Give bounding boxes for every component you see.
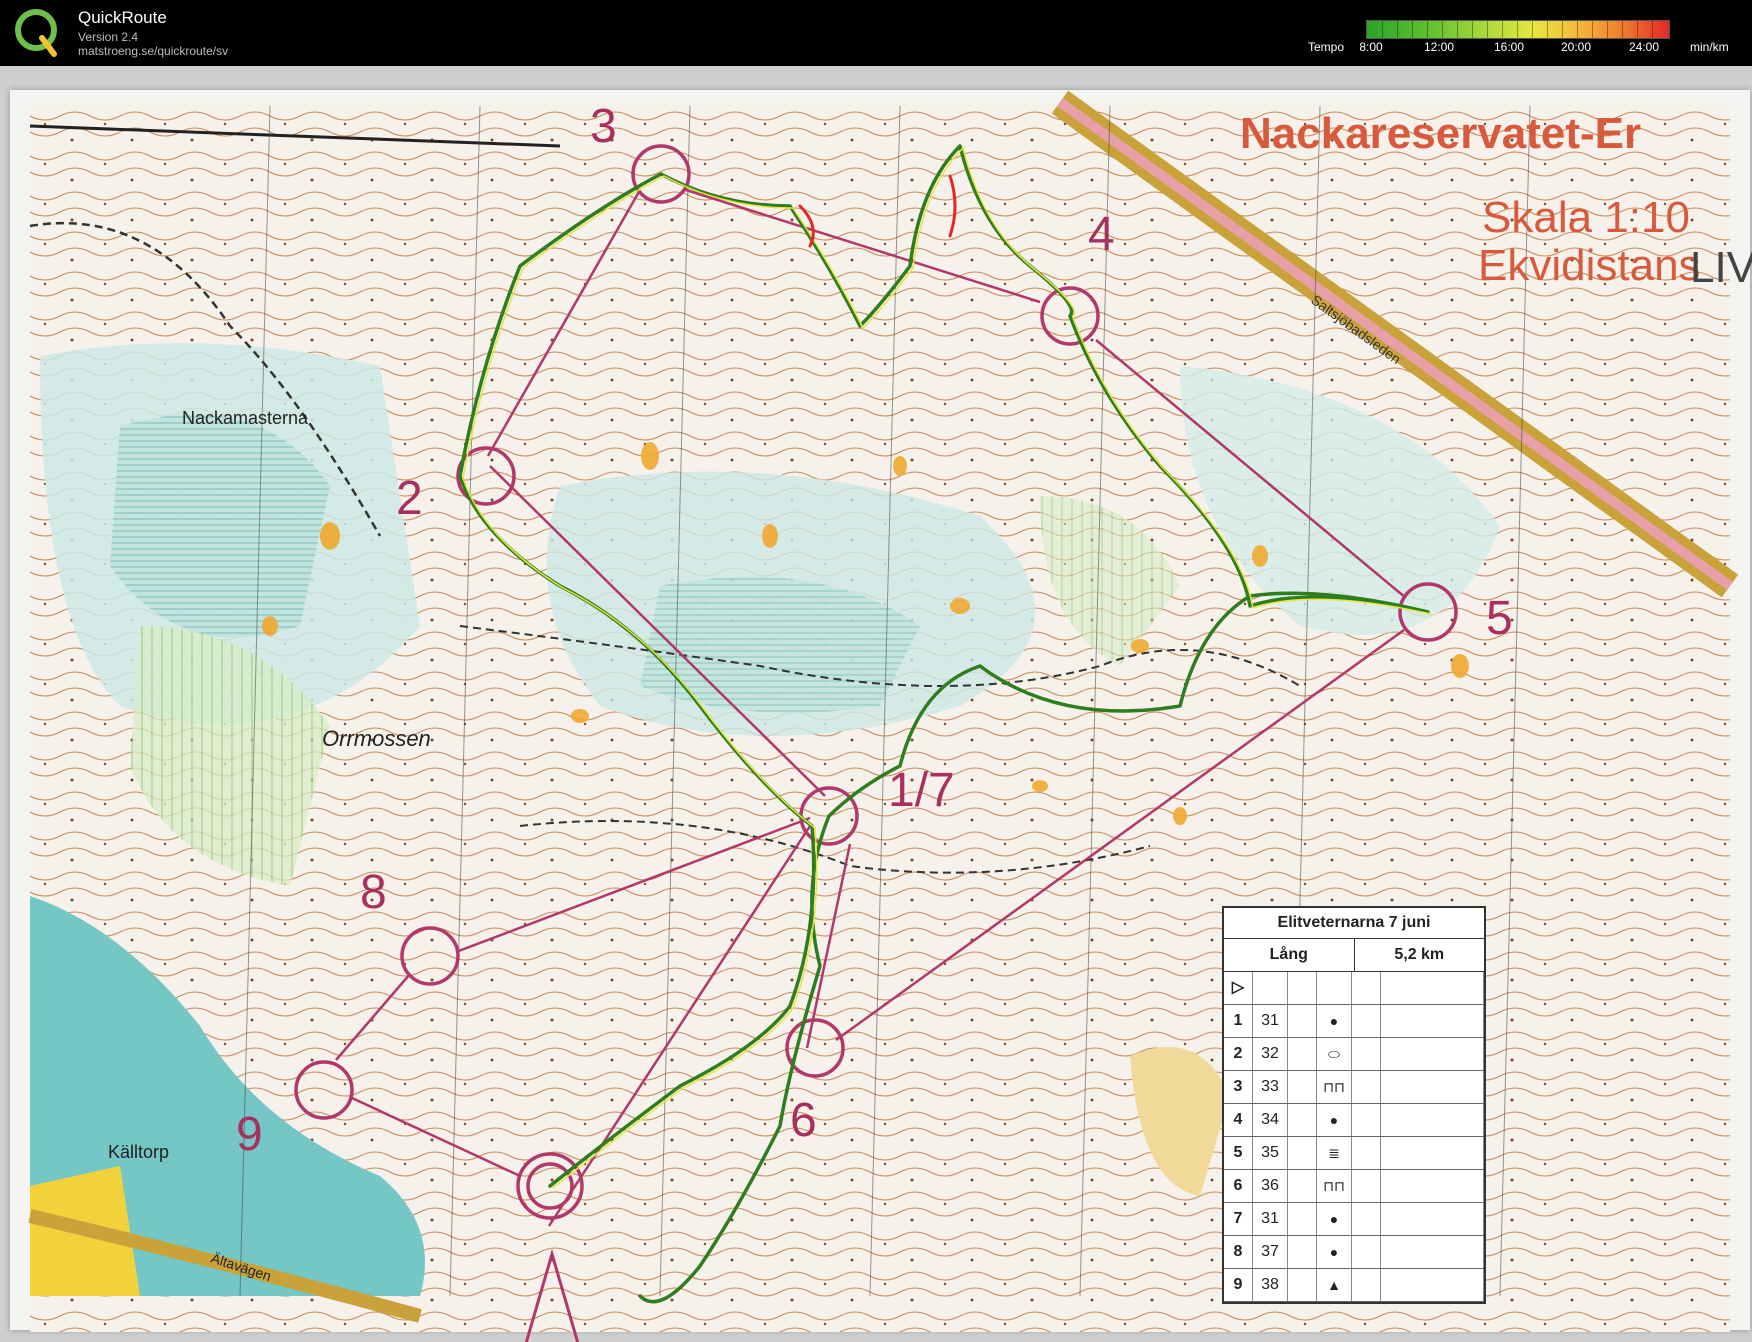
card-course-row: Lång 5,2 km: [1224, 939, 1484, 972]
app-title: QuickRoute: [78, 8, 167, 27]
card-row-symbol-icon: ●: [1317, 1236, 1352, 1268]
card-row-number: 2: [1224, 1038, 1253, 1070]
place-name: Orrmossen: [322, 726, 431, 751]
card-row-symbol-icon: ⊓⊓: [1317, 1071, 1352, 1103]
card-row-number: 4: [1224, 1104, 1253, 1136]
map-title: Nackareservatet-Er: [1240, 109, 1641, 158]
card-row-symbol-icon: ≣: [1317, 1137, 1352, 1169]
control-number-1-7: 1/7: [888, 764, 955, 817]
card-rows: 1 31 ● 2 32 ⬭ 3 33 ⊓⊓ 4 34 ● 5 35 ≣ 6 36 ⊓⊓ 7 31 ● 8 37 ● 9 38 ▲: [1224, 1005, 1484, 1302]
card-row-number: 1: [1224, 1005, 1253, 1037]
card-row: 2 32 ⬭: [1224, 1038, 1484, 1071]
card-distance: 5,2 km: [1394, 946, 1445, 963]
map-logo-fragment: LIV: [1690, 243, 1752, 292]
tempo-tick: 12:00: [1423, 40, 1455, 54]
card-row-number: 5: [1224, 1137, 1253, 1169]
place-name: Källtorp: [108, 1142, 169, 1162]
card-row: 3 33 ⊓⊓: [1224, 1071, 1484, 1104]
card-row-code: 33: [1253, 1071, 1288, 1103]
card-course: Lång: [1224, 939, 1355, 971]
tempo-color-scale: [1366, 20, 1670, 39]
quickroute-logo-icon: [15, 9, 57, 57]
card-row-number: 3: [1224, 1071, 1253, 1103]
card-row-number: 7: [1224, 1203, 1253, 1235]
place-name: Nackamasterna: [182, 408, 309, 428]
card-row: 7 31 ●: [1224, 1203, 1484, 1236]
card-row: 1 31 ●: [1224, 1005, 1484, 1038]
map-equidistance: Ekvidistans: [1478, 241, 1701, 290]
card-row-code: 38: [1253, 1269, 1288, 1301]
control-number-8: 8: [360, 866, 387, 919]
card-row: 4 34 ●: [1224, 1104, 1484, 1137]
card-row-code: 31: [1253, 1203, 1288, 1235]
card-row-symbol-icon: ⊓⊓: [1317, 1170, 1352, 1202]
card-event: Elitveternarna 7 juni: [1224, 908, 1484, 939]
card-row-code: 37: [1253, 1236, 1288, 1268]
tempo-label: Tempo: [1308, 40, 1345, 54]
card-row-symbol-icon: ●: [1317, 1203, 1352, 1235]
card-row-number: 6: [1224, 1170, 1253, 1202]
map-scale: Skala 1:10: [1482, 193, 1690, 242]
card-start-row: ▷: [1224, 972, 1484, 1005]
app-url: matstroeng.se/quickroute/sv: [78, 44, 229, 58]
control-number-5: 5: [1486, 592, 1513, 645]
tempo-tick: 20:00: [1560, 40, 1592, 54]
tempo-tick: 8:00: [1359, 40, 1383, 54]
control-description-card: Elitveternarna 7 juni Lång 5,2 km ▷ 1 31 ●…: [1222, 906, 1486, 1304]
card-row-symbol-icon: ●: [1317, 1104, 1352, 1136]
tempo-unit: min/km: [1690, 40, 1729, 54]
card-row-number: 8: [1224, 1236, 1253, 1268]
card-row: 8 37 ●: [1224, 1236, 1484, 1269]
card-row-symbol-icon: ⬭: [1317, 1038, 1352, 1070]
control-number-3: 3: [590, 100, 617, 153]
card-row-code: 35: [1253, 1137, 1288, 1169]
card-row-code: 32: [1253, 1038, 1288, 1070]
card-row-code: 31: [1253, 1005, 1288, 1037]
tempo-tick: 16:00: [1493, 40, 1525, 54]
card-row-code: 34: [1253, 1104, 1288, 1136]
card-row-number: 9: [1224, 1269, 1253, 1301]
control-number-2: 2: [396, 472, 423, 525]
app-version: Version 2.4: [78, 30, 139, 44]
control-number-4: 4: [1088, 208, 1115, 261]
tempo-tick: 24:00: [1628, 40, 1660, 54]
card-row: 9 38 ▲: [1224, 1269, 1484, 1302]
control-number-6: 6: [790, 1094, 817, 1147]
orienteering-map[interactable]: 3 2 4 5 1/7 6 8 9 Nackareservatet-Er Ska…: [0, 66, 1752, 1342]
card-row-symbol-icon: ▲: [1317, 1269, 1352, 1301]
card-row-code: 36: [1253, 1170, 1288, 1202]
app-header: QuickRoute Version 2.4 matstroeng.se/qui…: [0, 0, 1752, 66]
control-number-9: 9: [236, 1108, 263, 1161]
start-triangle-icon: ▷: [1224, 972, 1253, 1004]
card-row: 5 35 ≣: [1224, 1137, 1484, 1170]
card-row: 6 36 ⊓⊓: [1224, 1170, 1484, 1203]
card-row-symbol-icon: ●: [1317, 1005, 1352, 1037]
